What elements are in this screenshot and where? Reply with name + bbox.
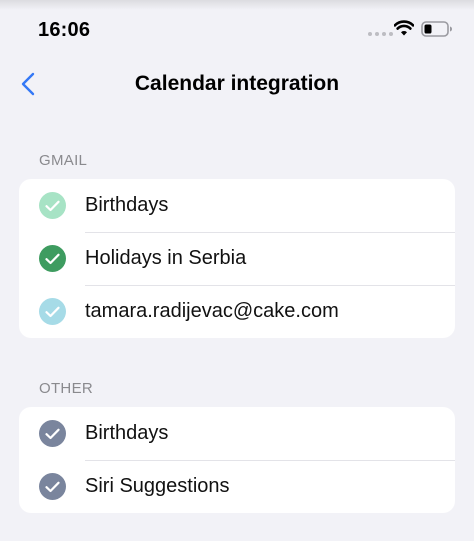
check-icon[interactable] <box>39 298 66 325</box>
calendar-row-label: Siri Suggestions <box>85 475 230 497</box>
battery-icon <box>421 21 452 37</box>
navigation-bar: Calendar integration <box>0 58 474 110</box>
check-icon[interactable] <box>39 192 66 219</box>
calendar-row-gmail-birthdays[interactable]: Birthdays <box>19 179 455 232</box>
wifi-icon <box>394 20 414 36</box>
calendar-row-label: tamara.radijevac@cake.com <box>85 300 339 322</box>
gmail-calendars-card: Birthdays Holidays in Serbia tamara.radi… <box>19 179 455 338</box>
status-bar: 16:06 <box>0 0 474 58</box>
check-icon[interactable] <box>39 473 66 500</box>
calendar-row-holidays-in-serbia[interactable]: Holidays in Serbia <box>19 232 455 285</box>
status-time: 16:06 <box>38 19 91 41</box>
calendar-row-email-account[interactable]: tamara.radijevac@cake.com <box>19 285 455 338</box>
calendar-row-label: Birthdays <box>85 194 169 216</box>
page-title: Calendar integration <box>134 72 340 95</box>
calendar-row-label: Holidays in Serbia <box>85 247 247 269</box>
section-header-other: OTHER <box>39 380 93 397</box>
calendar-row-siri-suggestions[interactable]: Siri Suggestions <box>19 460 455 513</box>
section-header-gmail: GMAIL <box>39 152 88 169</box>
calendar-row-other-birthdays[interactable]: Birthdays <box>19 407 455 460</box>
check-icon[interactable] <box>39 245 66 272</box>
other-calendars-card: Birthdays Siri Suggestions <box>19 407 455 513</box>
check-icon[interactable] <box>39 420 66 447</box>
signal-dots-icon <box>368 32 393 36</box>
calendar-row-label: Birthdays <box>85 422 169 444</box>
